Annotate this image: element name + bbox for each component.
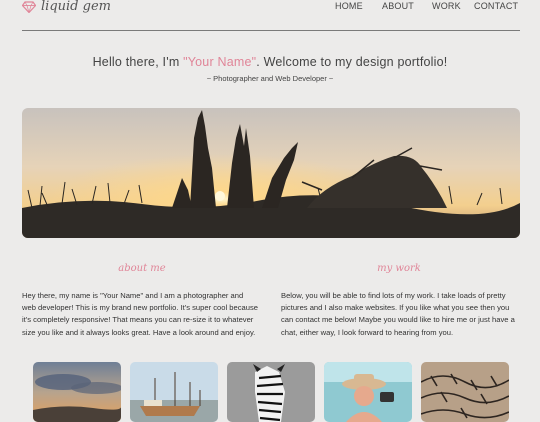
thumbnail-barbed-wire[interactable] (421, 362, 509, 422)
headline-prefix: Hello there, I'm (92, 55, 184, 69)
sunset-sky-icon (33, 362, 121, 422)
page-subtitle: ~ Photographer and Web Developer ~ (206, 74, 334, 83)
headline-name: "Your Name" (183, 55, 257, 69)
thumbnail-zebra[interactable] (227, 362, 315, 422)
page-headline: Hello there, I'm "Your Name". Welcome to… (0, 55, 540, 69)
header-divider (22, 30, 520, 31)
work-title: my work (377, 263, 421, 274)
work-text: Below, you will be able to find lots of … (281, 291, 515, 337)
nav-about[interactable]: ABOUT (382, 1, 414, 11)
main-nav: HOME ABOUT WORK CONTACT (0, 0, 540, 14)
harbor-boats-icon (130, 362, 218, 422)
about-text: Hey there, my name is "Your Name" and I … (22, 291, 258, 337)
nav-contact[interactable]: CONTACT (474, 1, 518, 11)
thumbnail-cowboy-hat-man[interactable] (324, 362, 412, 422)
thumbnail-sunset-sky[interactable] (33, 362, 121, 422)
about-title: about me (118, 263, 166, 274)
sunset-landscape-icon (22, 108, 520, 238)
hero-image (22, 108, 520, 238)
cowboy-hat-man-icon (324, 362, 412, 422)
headline-suffix: . Welcome to my design portfolio! (256, 55, 448, 69)
thumbnail-harbor-boats[interactable] (130, 362, 218, 422)
barbed-wire-icon (421, 362, 509, 422)
nav-home[interactable]: HOME (335, 1, 363, 11)
nav-work[interactable]: WORK (432, 1, 461, 11)
zebra-icon (227, 362, 315, 422)
